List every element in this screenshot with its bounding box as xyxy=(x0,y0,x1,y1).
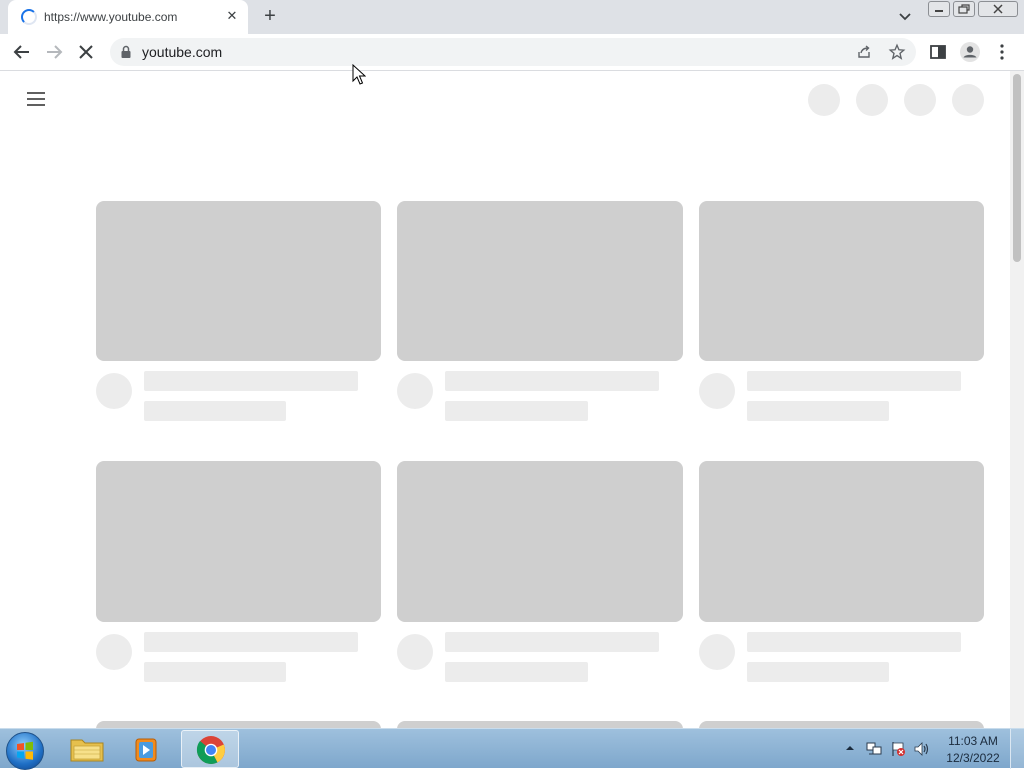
tab-title: https://www.youtube.com xyxy=(44,10,178,24)
header-placeholder-circle xyxy=(952,84,984,116)
meta-placeholder xyxy=(445,401,588,421)
start-button[interactable] xyxy=(6,732,44,770)
volume-icon[interactable] xyxy=(913,740,931,758)
tray-expand-icon[interactable] xyxy=(845,744,855,752)
title-placeholder xyxy=(144,632,358,652)
thumbnail-placeholder xyxy=(699,201,984,361)
thumbnail-placeholder xyxy=(397,201,683,361)
avatar-placeholder xyxy=(96,634,132,670)
thumbnail-placeholder xyxy=(699,721,984,728)
back-arrow-icon xyxy=(13,45,29,59)
back-button[interactable] xyxy=(10,40,34,64)
restore-icon xyxy=(958,4,970,14)
meta-placeholder xyxy=(144,401,286,421)
media-player-icon xyxy=(135,738,157,762)
thumbnail-placeholder xyxy=(96,721,381,728)
close-window-button[interactable] xyxy=(978,1,1018,17)
tab-strip: https://www.youtube.com ✕ + xyxy=(0,0,1024,34)
avatar-placeholder xyxy=(699,373,735,409)
avatar-placeholder xyxy=(397,373,433,409)
network-icon[interactable] xyxy=(865,740,883,758)
restore-button[interactable] xyxy=(953,1,975,17)
title-placeholder xyxy=(747,632,961,652)
profile-icon xyxy=(960,42,980,62)
tab-close-icon[interactable]: ✕ xyxy=(224,8,240,24)
thumbnail-placeholder xyxy=(397,461,683,622)
taskbar-explorer[interactable] xyxy=(58,730,116,768)
taskbar-media-player[interactable] xyxy=(118,730,176,768)
kebab-menu-icon xyxy=(1000,44,1004,60)
active-tab[interactable]: https://www.youtube.com ✕ xyxy=(8,0,248,34)
address-bar[interactable]: youtube.com xyxy=(110,38,916,66)
minimize-button[interactable] xyxy=(928,1,950,17)
thumbnail-placeholder xyxy=(699,461,984,622)
folder-icon xyxy=(70,739,104,762)
minimize-icon xyxy=(935,10,943,12)
title-placeholder xyxy=(144,371,358,391)
side-panel-icon xyxy=(930,45,946,59)
chevron-down-icon xyxy=(899,13,911,21)
profile-button[interactable] xyxy=(958,40,982,64)
title-placeholder xyxy=(747,371,961,391)
title-placeholder xyxy=(445,371,659,391)
header-placeholder-circle xyxy=(904,84,936,116)
clock-date: 12/3/2022 xyxy=(946,751,1000,765)
title-placeholder xyxy=(445,632,659,652)
windows-taskbar: 11:03 AM 12/3/2022 xyxy=(0,728,1024,770)
avatar-placeholder xyxy=(96,373,132,409)
lock-icon[interactable] xyxy=(120,45,132,59)
page-scrollbar[interactable] xyxy=(1010,71,1024,728)
new-tab-button[interactable]: + xyxy=(258,5,282,29)
taskbar-chrome[interactable] xyxy=(181,730,239,768)
header-placeholder-circle xyxy=(808,84,840,116)
stop-loading-button[interactable] xyxy=(74,40,98,64)
youtube-page xyxy=(0,71,1010,728)
url-text[interactable]: youtube.com xyxy=(142,44,222,60)
stop-loading-icon xyxy=(79,45,93,59)
forward-button[interactable] xyxy=(42,40,66,64)
meta-placeholder xyxy=(747,662,889,682)
mouse-cursor-icon xyxy=(352,64,366,85)
browser-toolbar: youtube.com xyxy=(0,34,1024,71)
forward-arrow-icon xyxy=(47,45,63,59)
star-icon[interactable] xyxy=(888,43,906,61)
avatar-placeholder xyxy=(699,634,735,670)
loading-spinner-icon xyxy=(21,9,37,25)
thumbnail-placeholder xyxy=(397,721,683,728)
side-panel-button[interactable] xyxy=(926,40,950,64)
tab-search-button[interactable] xyxy=(893,6,917,28)
hamburger-menu-icon[interactable] xyxy=(27,90,45,106)
action-center-flag-icon[interactable] xyxy=(889,740,907,758)
meta-placeholder xyxy=(144,662,286,682)
thumbnail-placeholder xyxy=(96,461,381,622)
scrollbar-thumb[interactable] xyxy=(1013,74,1021,262)
show-desktop-button[interactable] xyxy=(1010,729,1024,769)
header-placeholder-circle xyxy=(856,84,888,116)
meta-placeholder xyxy=(747,401,889,421)
thumbnail-placeholder xyxy=(96,201,381,361)
clock-time: 11:03 AM xyxy=(948,734,998,748)
chrome-menu-button[interactable] xyxy=(990,40,1014,64)
meta-placeholder xyxy=(445,662,588,682)
windows-logo-icon xyxy=(17,741,33,760)
share-icon[interactable] xyxy=(856,44,872,60)
chrome-logo-icon xyxy=(196,736,225,764)
avatar-placeholder xyxy=(397,634,433,670)
close-icon xyxy=(993,4,1003,14)
